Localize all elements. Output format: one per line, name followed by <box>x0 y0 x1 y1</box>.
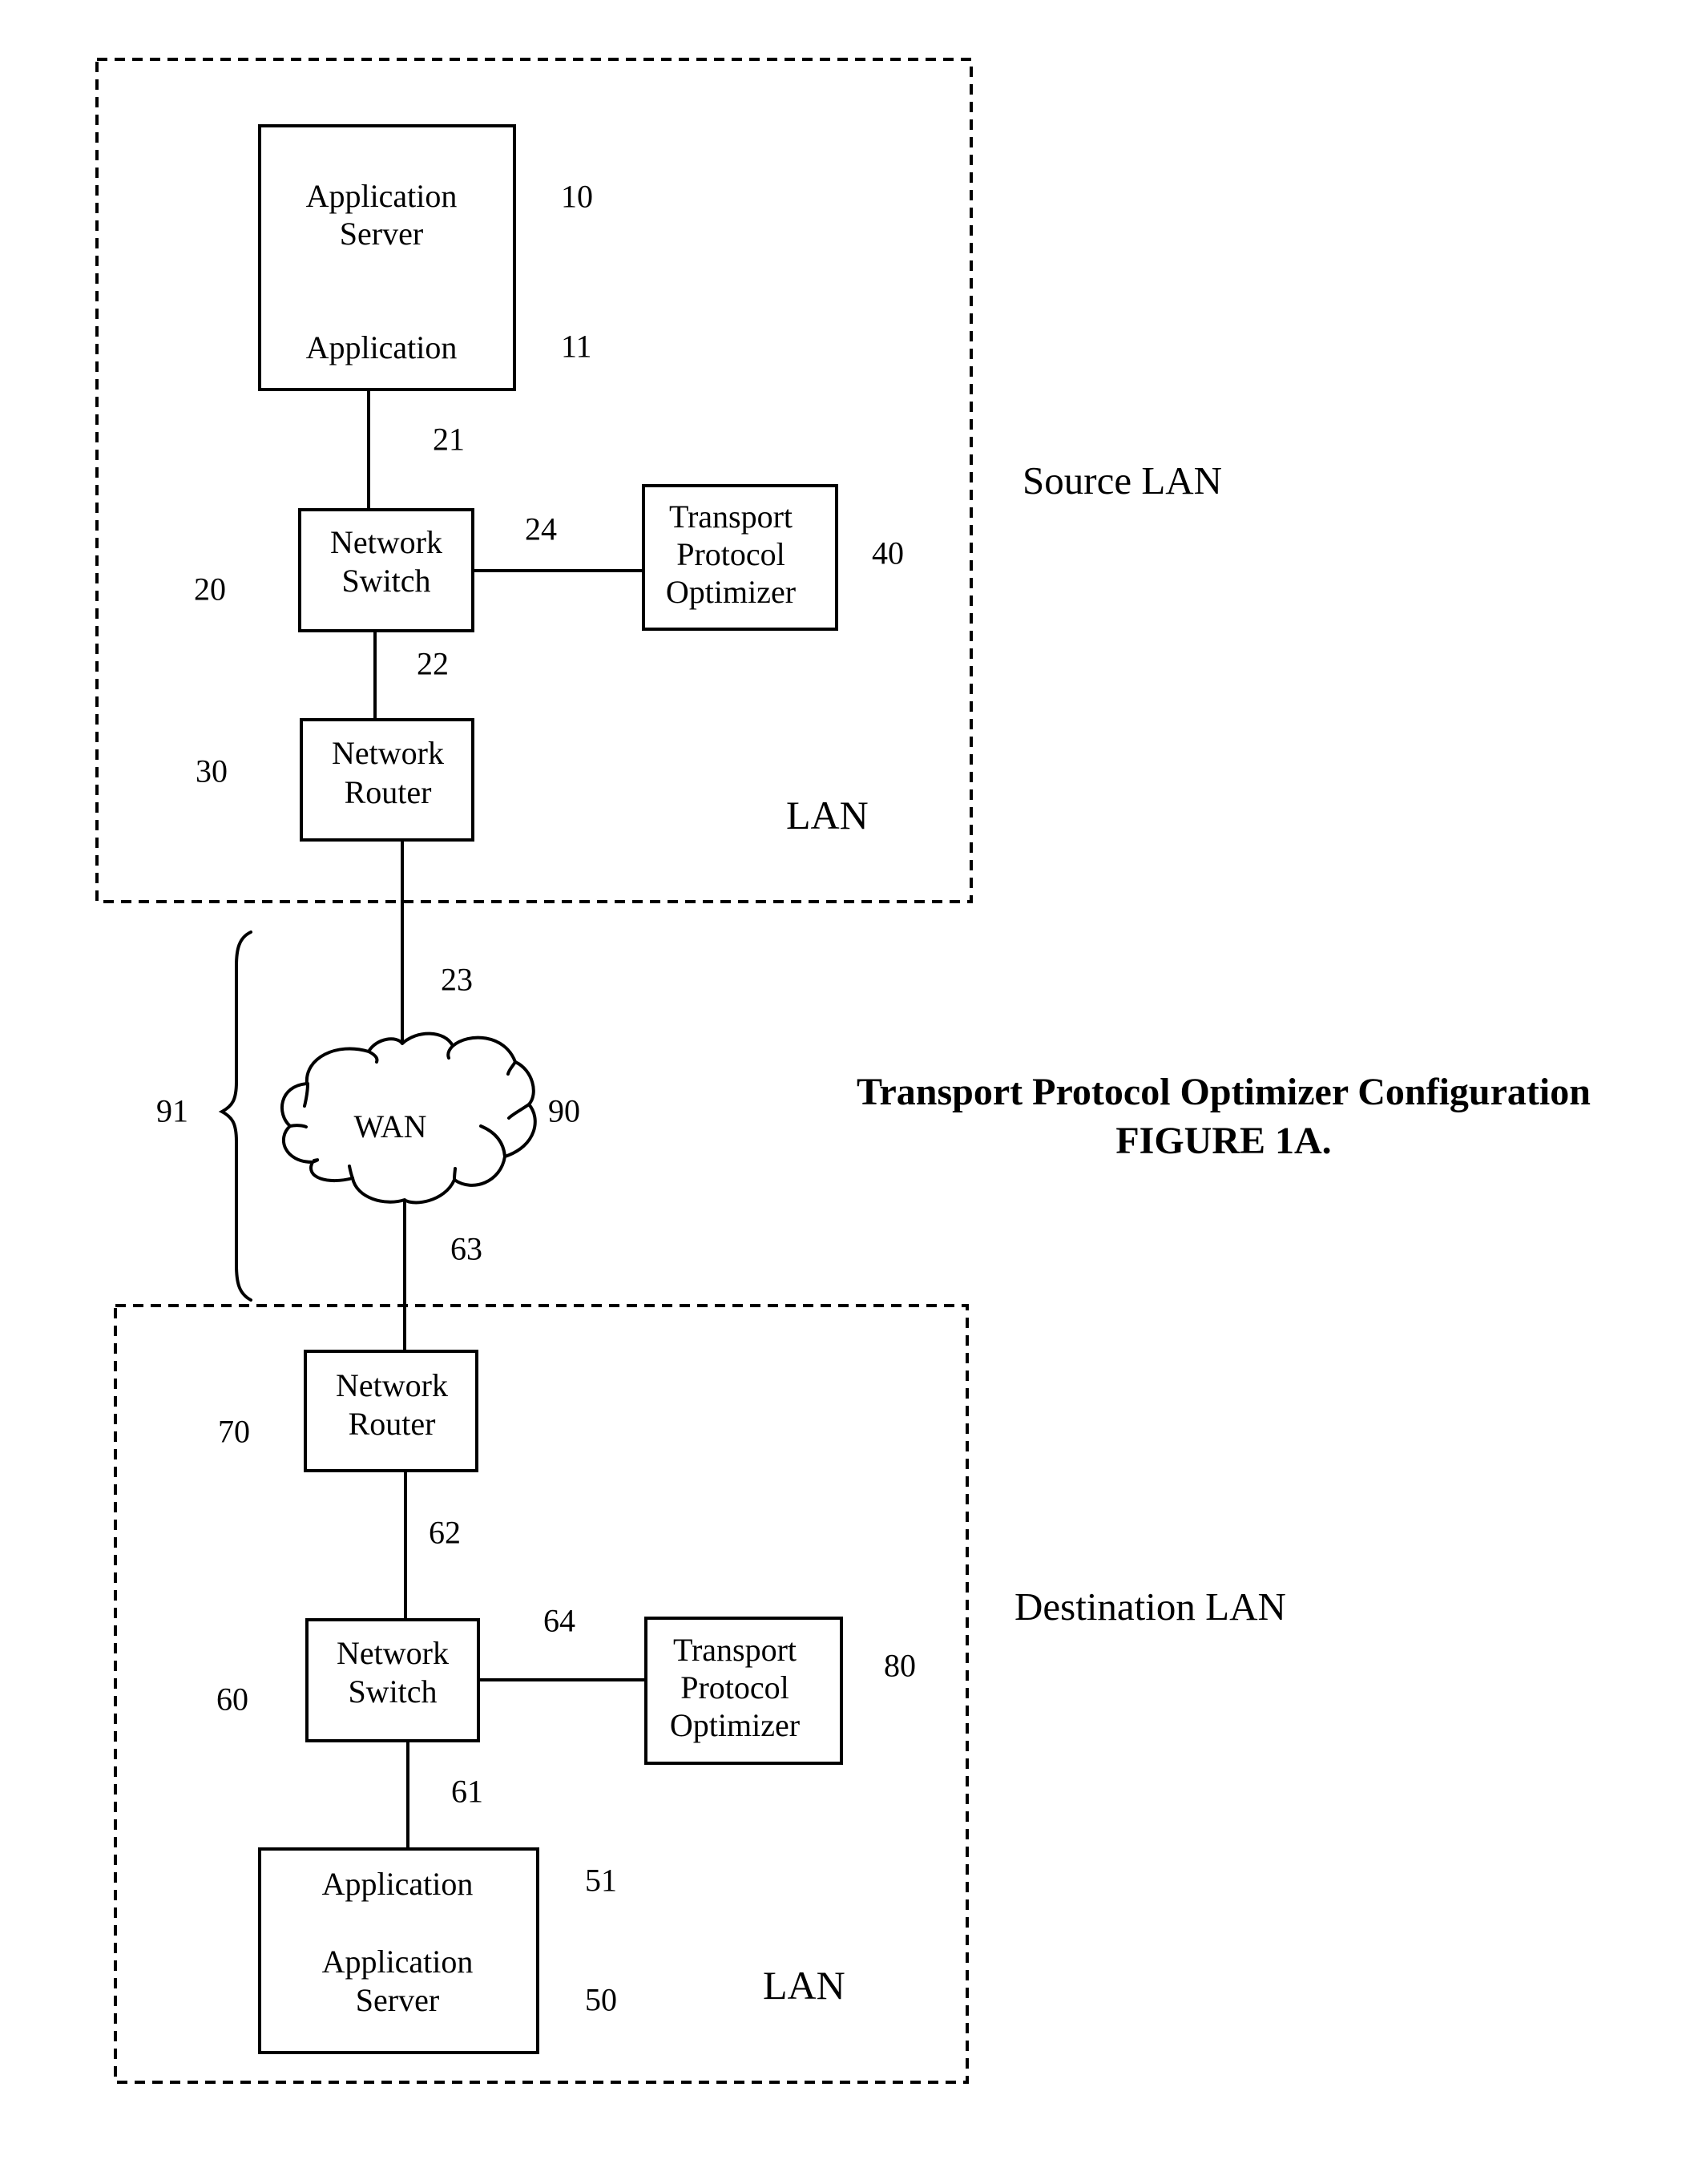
source-application-label: Application <box>306 329 458 365</box>
ref-90: 90 <box>548 1093 580 1129</box>
destination-optimizer-label-3: Optimizer <box>670 1707 800 1743</box>
ref-61: 61 <box>451 1774 483 1810</box>
destination-network-switch-label-1: Network <box>337 1635 449 1671</box>
source-optimizer-label-2: Protocol <box>676 536 785 572</box>
source-network-switch: Network Switch <box>298 508 474 632</box>
ref-20: 20 <box>194 571 226 608</box>
destination-application-label: Application <box>322 1866 474 1902</box>
destination-network-router-label-2: Router <box>349 1406 436 1442</box>
ref-51: 51 <box>585 1863 617 1899</box>
ref-40: 40 <box>872 535 904 571</box>
source-lan-side-label: Source LAN <box>1023 458 1222 503</box>
destination-optimizer-label-2: Protocol <box>680 1669 789 1706</box>
destination-optimizer: Transport Protocol Optimizer <box>644 1617 843 1765</box>
figure-caption-number: FIGURE 1A. <box>1115 1120 1331 1162</box>
figure-caption-title: Transport Protocol Optimizer Configurati… <box>857 1071 1591 1113</box>
source-lan: Application Server Application 10 11 21 … <box>95 58 973 903</box>
destination-lan-inner-label: LAN <box>763 1963 845 2008</box>
destination-network-switch-label-2: Switch <box>348 1673 437 1710</box>
source-network-router-label-2: Router <box>345 774 432 810</box>
ref-80: 80 <box>884 1648 916 1684</box>
network-diagram: Application Server Application 10 11 21 … <box>95 58 1591 2084</box>
source-app-server-label-2: Server <box>340 216 423 252</box>
destination-network-router-label-1: Network <box>336 1367 448 1403</box>
source-lan-boundary <box>95 58 973 903</box>
ref-60: 60 <box>216 1681 248 1718</box>
wan-span-brace <box>218 931 252 1302</box>
source-optimizer-label-1: Transport <box>669 499 793 535</box>
destination-lan: Network Router 70 62 Network Switch 60 6… <box>114 1304 969 2084</box>
source-optimizer-label-3: Optimizer <box>666 574 796 610</box>
destination-lan-side-label: Destination LAN <box>1014 1585 1286 1629</box>
ref-70: 70 <box>218 1414 250 1450</box>
source-app-server: Application Server Application <box>258 124 516 391</box>
destination-app-server: Application Application Server <box>258 1847 539 2054</box>
destination-app-server-label-1: Application <box>322 1944 474 1980</box>
source-network-switch-label-2: Switch <box>341 563 430 599</box>
ref-62: 62 <box>429 1515 461 1551</box>
ref-50: 50 <box>585 1982 617 2018</box>
wan-label: WAN <box>353 1108 426 1144</box>
ref-22: 22 <box>417 646 449 682</box>
source-app-server-label-1: Application <box>306 178 458 214</box>
ref-23: 23 <box>441 962 473 998</box>
ref-64: 64 <box>543 1603 575 1639</box>
source-network-router-label-1: Network <box>332 735 444 771</box>
source-optimizer: Transport Protocol Optimizer <box>642 484 838 631</box>
ref-63: 63 <box>450 1231 482 1267</box>
ref-21: 21 <box>433 422 465 458</box>
ref-91: 91 <box>156 1093 188 1129</box>
ref-10: 10 <box>561 179 593 215</box>
source-lan-inner-label: LAN <box>786 793 869 838</box>
destination-network-router: Network Router <box>304 1350 478 1472</box>
wan-section: WAN 23 90 91 63 <box>156 840 580 1351</box>
ref-11: 11 <box>561 329 592 365</box>
ref-24: 24 <box>525 511 557 547</box>
destination-network-switch: Network Switch <box>305 1618 480 1742</box>
destination-app-server-label-2: Server <box>356 1982 439 2018</box>
source-network-switch-label-1: Network <box>330 524 442 560</box>
source-network-router: Network Router <box>300 718 474 842</box>
destination-optimizer-label-1: Transport <box>673 1632 797 1668</box>
ref-30: 30 <box>196 753 228 789</box>
